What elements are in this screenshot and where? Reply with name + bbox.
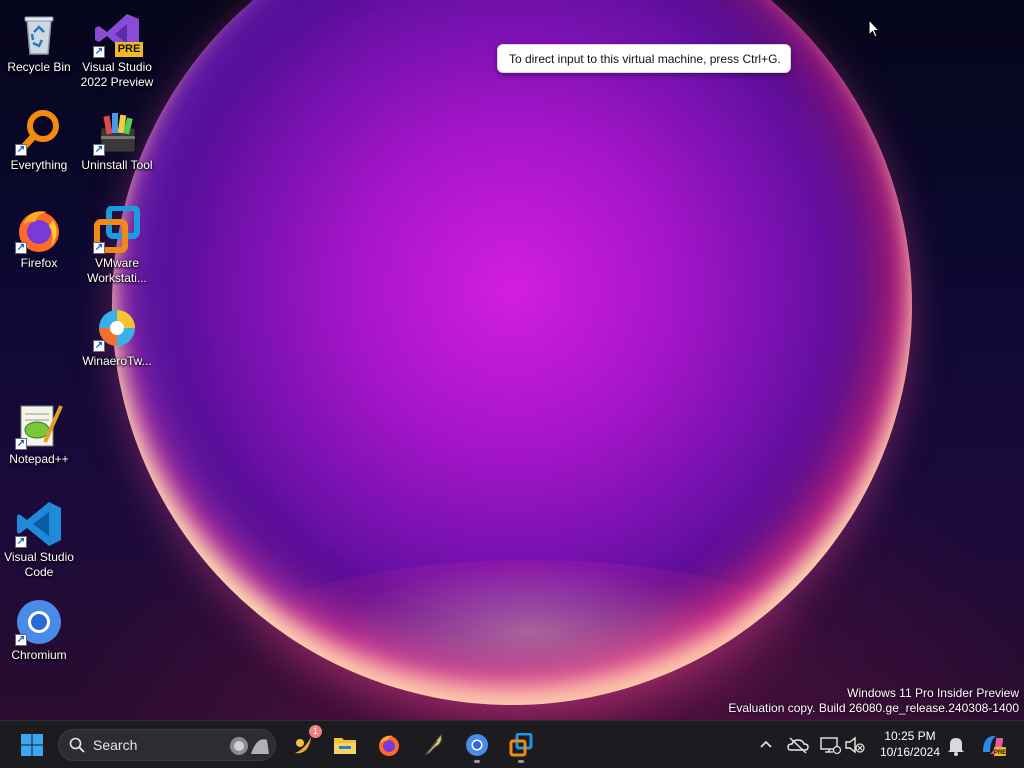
feather-app-icon [424, 733, 442, 756]
desktop-icon-uninstall-tool[interactable]: ↗ Uninstall Tool [78, 102, 156, 173]
svg-text:PRE: PRE [994, 750, 1006, 756]
desktop-icon-label: Notepad++ [9, 452, 69, 466]
desktop-icon-label: VMware Workstati... [87, 256, 147, 285]
running-indicator [474, 760, 480, 763]
taskbar-clock[interactable]: 10:25 PM 10/16/2024 [872, 728, 948, 760]
search-placeholder: Search [93, 737, 138, 753]
widget-notification-badge: 1 [309, 725, 322, 738]
recycle-bin-icon [15, 10, 63, 58]
file-explorer-icon [334, 738, 356, 754]
taskbar-file-explorer[interactable] [327, 727, 363, 763]
desktop-icon-vmware[interactable]: ↗ VMware Workstati... [78, 200, 156, 286]
shortcut-arrow-icon: ↗ [15, 242, 27, 254]
desktop-icon-label: Uninstall Tool [81, 158, 153, 172]
desktop-icon-label: Recycle Bin [7, 60, 71, 74]
windows-logo-icon [21, 734, 43, 756]
chromium-icon [466, 734, 488, 756]
running-indicator [518, 760, 524, 763]
chromium-icon: ↗ [15, 598, 63, 646]
taskbar: Search 1 10:25 PM 10/16/2024 PRE [0, 720, 1024, 768]
vscode-icon: ↗ [15, 500, 63, 548]
shortcut-arrow-icon: ↗ [15, 634, 27, 646]
notification-bell-icon[interactable] [944, 733, 968, 757]
notepad-plus-plus-icon: ↗ [15, 402, 63, 450]
desktop-icon-notepad-plus-plus[interactable]: ↗ Notepad++ [0, 396, 78, 467]
desktop-icon-label: Visual Studio 2022 Preview [80, 60, 154, 89]
desktop-icon-label: Firefox [20, 256, 58, 270]
onedrive-offline-icon[interactable] [786, 733, 810, 757]
taskbar-search-box[interactable]: Search [58, 729, 276, 761]
vmware-icon: ↗ [93, 205, 141, 254]
desktop-icon-label: Visual Studio Code [4, 550, 74, 579]
winaero-tweaker-icon: ↗ [93, 304, 141, 352]
uninstall-tool-icon: ↗ [93, 108, 141, 156]
shortcut-arrow-icon: ↗ [15, 144, 27, 156]
mouse-cursor-icon [868, 19, 880, 38]
clock-time: 10:25 PM [884, 729, 936, 743]
volume-muted-icon[interactable] [843, 733, 867, 757]
preview-badge: PRE [115, 42, 143, 57]
desktop-icon-firefox[interactable]: ↗ Firefox [0, 200, 78, 271]
network-icon[interactable] [818, 733, 842, 757]
shortcut-arrow-icon: ↗ [93, 242, 105, 254]
taskbar-weather-widget[interactable]: 1 [285, 725, 322, 763]
taskbar-chromium[interactable] [459, 727, 495, 763]
desktop-icon-everything[interactable]: ↗ Everything [0, 102, 78, 173]
vm-input-tooltip: To direct input to this virtual machine,… [497, 44, 791, 73]
desktop-icon-recycle-bin[interactable]: Recycle Bin [0, 4, 78, 75]
firefox-icon [379, 735, 399, 756]
desktop-icon-label: Everything [10, 158, 68, 172]
start-button[interactable] [14, 727, 50, 763]
vmware-icon [509, 733, 533, 757]
shortcut-arrow-icon: ↗ [93, 340, 105, 352]
taskbar-feather-app[interactable] [415, 727, 451, 763]
copilot-icon[interactable]: PRE [980, 732, 1006, 758]
shortcut-arrow-icon: ↗ [93, 144, 105, 156]
desktop-icon-chromium[interactable]: ↗ Chromium [0, 592, 78, 663]
everything-search-icon: ↗ [15, 108, 63, 156]
shortcut-arrow-icon: ↗ [93, 46, 105, 58]
search-icon [69, 737, 85, 753]
taskbar-vmware[interactable] [503, 727, 539, 763]
firefox-icon: ↗ [15, 206, 63, 254]
desktop-icon-label: WinaeroTw... [82, 354, 152, 368]
watermark-edition: Windows 11 Pro Insider Preview [847, 686, 1019, 700]
chevron-up-icon[interactable] [754, 733, 778, 757]
desktop-icon-winaero-tweaker[interactable]: ↗ WinaeroTw... [78, 298, 156, 369]
shortcut-arrow-icon: ↗ [15, 438, 27, 450]
desktop-icon-label: Chromium [11, 648, 67, 662]
taskbar-firefox[interactable] [371, 727, 407, 763]
search-highlight-icon [230, 737, 269, 755]
shortcut-arrow-icon: ↗ [15, 536, 27, 548]
desktop-icon-vscode[interactable]: ↗ Visual Studio Code [0, 494, 78, 580]
visual-studio-icon: PRE ↗ [93, 10, 143, 58]
evaluation-watermark: Windows 11 Pro Insider Preview Evaluatio… [728, 686, 1019, 716]
watermark-build: Evaluation copy. Build 26080.ge_release.… [728, 701, 1019, 715]
desktop-icon-visual-studio[interactable]: PRE ↗ Visual Studio 2022 Preview [78, 4, 156, 90]
clock-date: 10/16/2024 [879, 745, 941, 759]
